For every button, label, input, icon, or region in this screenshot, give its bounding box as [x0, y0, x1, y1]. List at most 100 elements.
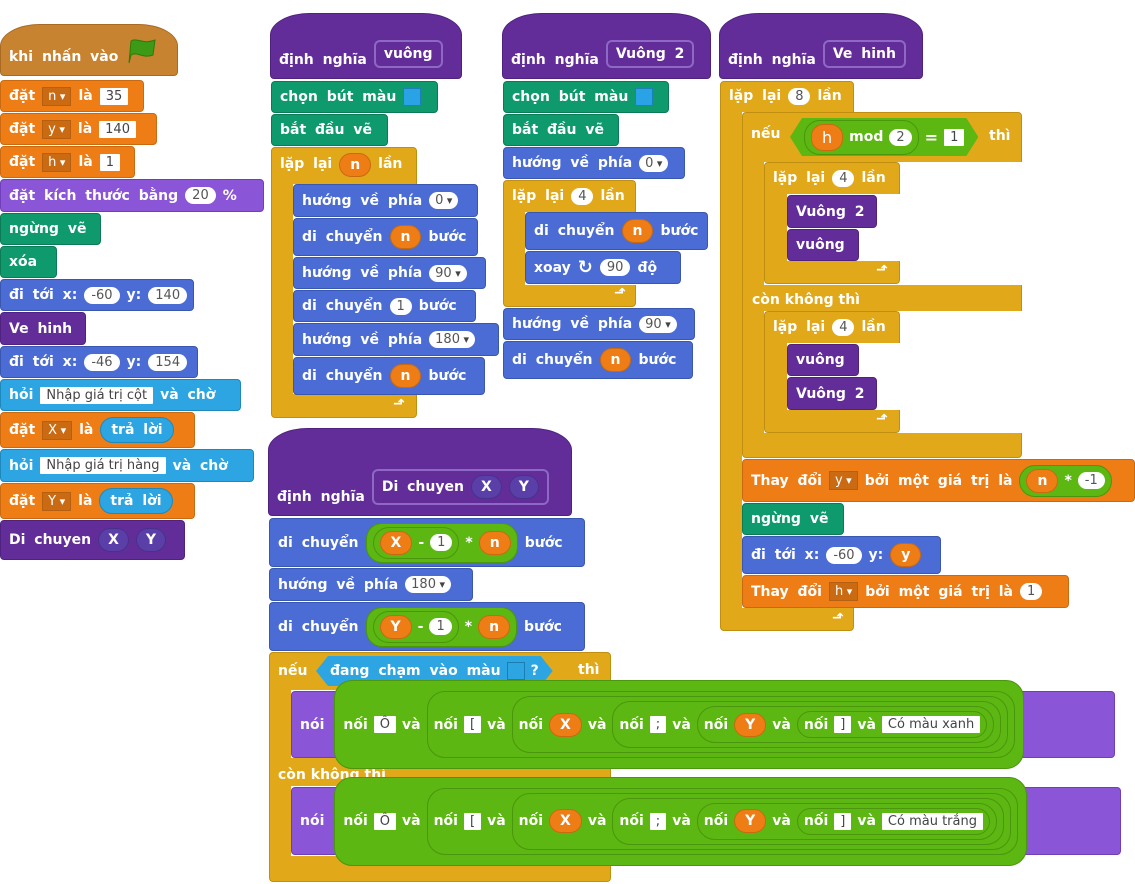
define-hat[interactable]: định nghĩa Di chuyen X Y: [268, 428, 572, 516]
argument-x[interactable]: X: [98, 528, 129, 552]
join-operator[interactable]: nối ; và nối Y và nối ] và Có màu trắng: [612, 797, 1004, 845]
variable-dropdown[interactable]: h: [42, 152, 72, 172]
move-steps-block[interactable]: di chuyển n bước: [293, 218, 478, 256]
point-in-direction-block[interactable]: hướng về phía 90: [293, 257, 486, 289]
value-input[interactable]: 1: [430, 534, 453, 551]
call-ve-hinh-block[interactable]: Ve hinh: [0, 312, 86, 345]
variable-dropdown[interactable]: y: [42, 119, 71, 139]
direction-dropdown[interactable]: 180: [405, 576, 452, 593]
call-vuong2-block[interactable]: Vuông 2: [787, 195, 877, 228]
variable-reporter[interactable]: y: [890, 543, 922, 567]
answer-reporter[interactable]: trả lời: [100, 417, 174, 443]
pen-up-block[interactable]: ngừng vẽ: [0, 213, 101, 245]
parameter-reporter[interactable]: Y: [379, 614, 412, 639]
call-di-chuyen-block[interactable]: Di chuyen X Y: [0, 520, 185, 560]
move-steps-block[interactable]: di chuyển Y - 1 * n bước: [269, 602, 585, 651]
move-steps-block[interactable]: di chuyển n bước: [503, 341, 693, 379]
join-operator[interactable]: nối ] và Có màu trắng: [796, 807, 990, 835]
move-steps-block[interactable]: di chuyển n bước: [525, 212, 708, 250]
join-operator[interactable]: nối X và nối ; và nối Y và nối] và Có m…: [511, 792, 1011, 850]
go-to-xy-block[interactable]: đi tới x: -60 y: y: [742, 536, 941, 574]
define-hat[interactable]: định nghĩa vuông: [270, 13, 462, 79]
pen-up-block[interactable]: ngừng vẽ: [742, 503, 844, 535]
repeat-count-input[interactable]: 4: [832, 319, 855, 336]
clear-block[interactable]: xóa: [0, 246, 57, 278]
set-variable-block[interactable]: đặt y là 140: [0, 113, 157, 145]
change-variable-block[interactable]: Thay đổi y bởi một giá trị là n * -1: [742, 459, 1135, 502]
text-input[interactable]: ]: [834, 716, 852, 733]
go-to-xy-block[interactable]: đi tới x: -60 y: 140: [0, 279, 194, 311]
degrees-input[interactable]: 90: [599, 259, 631, 276]
parameter-reporter[interactable]: Y: [734, 809, 767, 833]
set-size-block[interactable]: đặt kích thước bằng 20 %: [0, 179, 264, 212]
direction-dropdown[interactable]: 0: [429, 192, 459, 209]
move-steps-block[interactable]: di chuyển 1 bước: [293, 290, 476, 322]
point-in-direction-block[interactable]: hướng về phía 90: [503, 308, 695, 340]
move-steps-block[interactable]: di chuyển n bước: [293, 357, 485, 395]
join-operator[interactable]: nối Ô và nối [ và nối X và nối ; và nối: [334, 680, 1025, 769]
say-block[interactable]: nói nối Ô và nối [ và nối X và nối ; và: [291, 680, 1115, 769]
set-variable-block[interactable]: đặt Y là trả lời: [0, 483, 195, 519]
call-vuong-block[interactable]: vuông: [787, 344, 859, 376]
call-vuong2-block[interactable]: Vuông 2: [787, 377, 877, 410]
equals-condition[interactable]: h mod 2 = 1: [790, 118, 978, 156]
x-input[interactable]: -46: [84, 353, 120, 371]
variable-dropdown[interactable]: X: [42, 420, 73, 440]
parameter-reporter[interactable]: X: [549, 809, 582, 833]
parameter-reporter[interactable]: X: [549, 712, 582, 737]
parameter-reporter[interactable]: Y: [734, 712, 767, 737]
argument-y[interactable]: Y: [135, 528, 167, 552]
set-variable-block[interactable]: đặt h là 1: [0, 146, 135, 178]
y-input[interactable]: 140: [148, 286, 188, 304]
subtract-operator[interactable]: Y - 1: [372, 610, 459, 643]
turn-right-block[interactable]: xoay ↻ 90 độ: [525, 251, 681, 284]
variable-reporter[interactable]: n: [599, 348, 632, 372]
variable-reporter[interactable]: n: [389, 225, 422, 249]
when-flag-clicked-hat[interactable]: khi nhấn vào: [0, 24, 178, 76]
color-swatch[interactable]: [403, 88, 422, 106]
text-input[interactable]: ;: [649, 812, 667, 830]
parameter-x[interactable]: X: [470, 475, 502, 499]
variable-reporter[interactable]: n: [389, 364, 422, 388]
join-operator[interactable]: nối Y và nối ] và Có màu xanh: [696, 706, 995, 743]
question-input[interactable]: Nhập giá trị cột: [40, 386, 154, 404]
answer-reporter[interactable]: trả lời: [99, 488, 173, 514]
join-operator[interactable]: nối Y và nối ] và Có màu trắng: [696, 802, 997, 840]
text-input[interactable]: Có màu xanh: [881, 716, 981, 733]
subtract-operator[interactable]: X - 1: [372, 526, 460, 559]
variable-dropdown[interactable]: Y: [42, 491, 72, 511]
join-operator[interactable]: nối ; và nối Y và nối ] và Có màu xanh: [612, 701, 1002, 748]
x-input[interactable]: -60: [84, 286, 120, 304]
text-input[interactable]: Ô: [373, 812, 397, 830]
compare-value-input[interactable]: 1: [944, 129, 964, 146]
variable-reporter[interactable]: n: [1026, 468, 1059, 493]
text-input[interactable]: Có màu trắng: [881, 812, 983, 830]
point-in-direction-block[interactable]: hướng về phía 0: [503, 147, 685, 179]
variable-dropdown[interactable]: n: [42, 86, 72, 106]
value-input[interactable]: 140: [99, 120, 136, 138]
ask-and-wait-block[interactable]: hỏi Nhập giá trị hàng và chờ: [0, 449, 254, 482]
direction-dropdown[interactable]: 90: [429, 264, 467, 282]
pen-down-block[interactable]: bắt đầu vẽ: [271, 114, 388, 146]
join-operator[interactable]: nối [ và nối X và nối ; và nối Y và nối …: [426, 787, 1018, 855]
variable-reporter[interactable]: n: [478, 614, 511, 639]
set-pen-color-block[interactable]: chọn bút màu: [503, 81, 669, 113]
text-input[interactable]: ;: [649, 716, 667, 733]
direction-dropdown[interactable]: 90: [639, 315, 677, 333]
value-input[interactable]: 1: [99, 153, 120, 171]
color-swatch[interactable]: [635, 88, 654, 106]
point-in-direction-block[interactable]: hướng về phía 180: [269, 568, 473, 601]
multiply-operator[interactable]: Y - 1 * n: [365, 606, 518, 647]
x-input[interactable]: -60: [826, 546, 862, 564]
color-swatch[interactable]: [507, 662, 525, 680]
set-variable-block[interactable]: đặt X là trả lời: [0, 412, 195, 448]
multiply-operator[interactable]: n * -1: [1019, 464, 1112, 497]
set-pen-color-block[interactable]: chọn bút màu: [271, 81, 438, 113]
set-variable-block[interactable]: đặt n là 35: [0, 80, 144, 112]
join-operator[interactable]: nối [ và nối X và nối ; và nối Y và nối …: [426, 691, 1016, 758]
variable-dropdown[interactable]: h: [828, 582, 859, 601]
text-input[interactable]: ]: [834, 812, 852, 830]
variable-reporter[interactable]: n: [478, 530, 511, 555]
join-operator[interactable]: nối ] và Có màu xanh: [796, 711, 988, 738]
value-input[interactable]: 35: [99, 87, 129, 105]
